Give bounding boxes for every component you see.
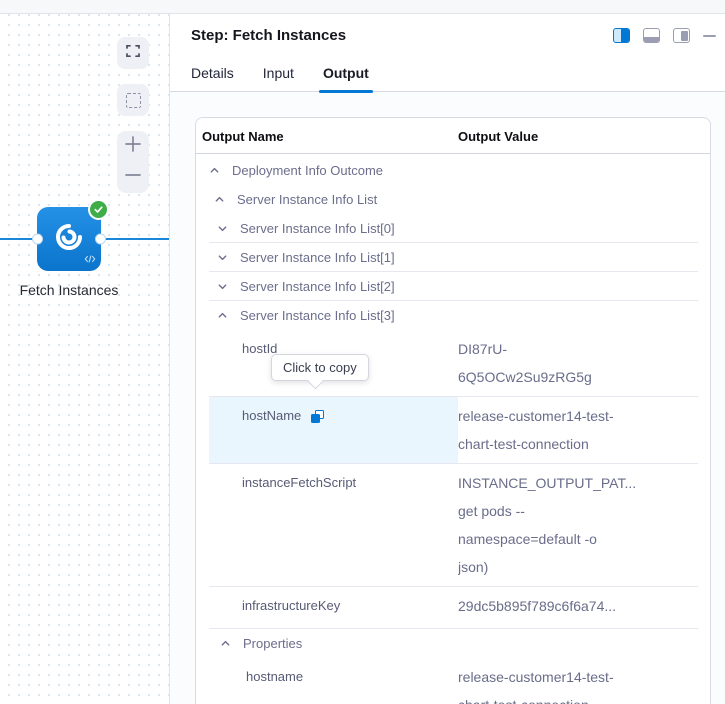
output-name-label: hostName bbox=[242, 402, 301, 430]
column-header-output-name: Output Name bbox=[202, 129, 458, 144]
copy-tooltip: Click to copy bbox=[271, 354, 369, 381]
success-check-badge bbox=[88, 199, 109, 220]
table-row-server-instance-info-list-0[interactable]: Server Instance Info List[0] bbox=[209, 214, 698, 243]
chevron-down-icon[interactable] bbox=[217, 223, 228, 234]
zoom-out-icon bbox=[124, 166, 142, 189]
table-row-server-instance-info-list-1[interactable]: Server Instance Info List[1] bbox=[209, 243, 698, 272]
output-value: DI87rU- 6Q5OCw2Su9zRG5g bbox=[458, 330, 698, 396]
table-row-deployment-info-outcome[interactable]: Deployment Info Outcome bbox=[209, 156, 698, 185]
step-node-fetch-instances[interactable] bbox=[37, 207, 101, 271]
zoom-in-icon bbox=[124, 135, 142, 158]
marquee-select-icon bbox=[126, 93, 141, 108]
output-name-label: instanceFetchScript bbox=[242, 469, 356, 497]
output-name-label: Server Instance Info List[1] bbox=[240, 250, 395, 265]
output-name-label: hostname bbox=[246, 663, 303, 691]
pipeline-canvas[interactable]: Fetch Instances bbox=[0, 14, 170, 704]
main-area: Fetch Instances bbox=[0, 14, 725, 704]
tab-input[interactable]: Input bbox=[263, 65, 294, 91]
output-name-label: Server Instance Info List[0] bbox=[240, 221, 395, 236]
output-name-label: Deployment Info Outcome bbox=[232, 163, 383, 178]
layout-split-right-muted-icon[interactable] bbox=[673, 28, 690, 43]
tab-bar: Details Input Output bbox=[170, 44, 725, 92]
output-value: release-customer14-test- chart-test-conn… bbox=[458, 397, 698, 463]
output-table-card: Output Name Output Value Deployment Info… bbox=[195, 117, 711, 704]
node-label: Fetch Instances bbox=[0, 282, 138, 298]
table-row-properties[interactable]: Properties bbox=[209, 629, 698, 658]
table-row-server-instance-info-list-3[interactable]: Server Instance Info List[3] bbox=[209, 301, 698, 330]
copy-icon[interactable] bbox=[311, 410, 324, 423]
table-row-server-instance-info-list-2[interactable]: Server Instance Info List[2] bbox=[209, 272, 698, 301]
table-row-instancefetchscript: instanceFetchScript INSTANCE_OUTPUT_PAT.… bbox=[209, 464, 698, 587]
output-name-label: Server Instance Info List bbox=[237, 192, 377, 207]
table-row-hostname: hostName release-customer14-test- chart-… bbox=[209, 397, 698, 464]
table-row-server-instance-info-list[interactable]: Server Instance Info List bbox=[209, 185, 698, 214]
code-icon bbox=[84, 250, 96, 268]
zoom-out-button[interactable] bbox=[117, 164, 149, 192]
output-name-label: Server Instance Info List[2] bbox=[240, 279, 395, 294]
chevron-down-icon[interactable] bbox=[217, 281, 228, 292]
output-value: release-customer14-test- chart-test-conn… bbox=[458, 658, 698, 704]
output-value: INSTANCE_OUTPUT_PAT... get pods -- names… bbox=[458, 464, 698, 586]
page-title: Step: Fetch Instances bbox=[191, 27, 346, 44]
chevron-up-icon[interactable] bbox=[220, 638, 231, 649]
output-name-label: Properties bbox=[243, 636, 302, 651]
fit-view-icon bbox=[125, 43, 141, 64]
layout-split-right-icon[interactable] bbox=[613, 28, 630, 43]
table-row-properties-hostname: hostname release-customer14-test- chart-… bbox=[209, 658, 698, 704]
chevron-up-icon[interactable] bbox=[209, 165, 220, 176]
output-port bbox=[95, 234, 106, 245]
column-header-output-value: Output Value bbox=[458, 129, 538, 144]
chevron-down-icon[interactable] bbox=[217, 252, 228, 263]
output-name-label: Server Instance Info List[3] bbox=[240, 308, 395, 323]
marquee-select-button[interactable] bbox=[117, 84, 149, 116]
chevron-up-icon[interactable] bbox=[214, 194, 225, 205]
panel-view-controls bbox=[613, 28, 716, 43]
zoom-controls bbox=[117, 131, 149, 193]
top-bar bbox=[0, 0, 725, 14]
tab-details[interactable]: Details bbox=[191, 65, 234, 91]
layout-split-bottom-icon[interactable] bbox=[643, 28, 660, 43]
output-name-label: infrastructureKey bbox=[242, 592, 340, 620]
output-value: 29dc5b895f789c6f6a74... bbox=[458, 587, 698, 628]
harness-swirl-icon bbox=[52, 220, 86, 259]
panel-header: Step: Fetch Instances bbox=[170, 14, 725, 44]
table-row-infrastructurekey: infrastructureKey 29dc5b895f789c6f6a74..… bbox=[209, 587, 698, 629]
table-header: Output Name Output Value bbox=[196, 118, 710, 154]
tab-output[interactable]: Output bbox=[323, 65, 369, 91]
fit-view-button[interactable] bbox=[117, 37, 149, 69]
canvas-toolbar bbox=[117, 37, 149, 193]
input-port bbox=[32, 234, 43, 245]
copy-target-cell[interactable]: hostName bbox=[209, 397, 458, 463]
step-details-panel: Step: Fetch Instances Details Input Outp… bbox=[170, 14, 725, 704]
zoom-in-button[interactable] bbox=[117, 133, 149, 161]
app-root: Fetch Instances bbox=[0, 0, 725, 704]
table-body: Deployment Info Outcome Server Instance … bbox=[196, 154, 710, 704]
copy-tooltip-text: Click to copy bbox=[283, 360, 357, 375]
minimize-icon[interactable] bbox=[703, 35, 716, 37]
chevron-up-icon[interactable] bbox=[217, 310, 228, 321]
